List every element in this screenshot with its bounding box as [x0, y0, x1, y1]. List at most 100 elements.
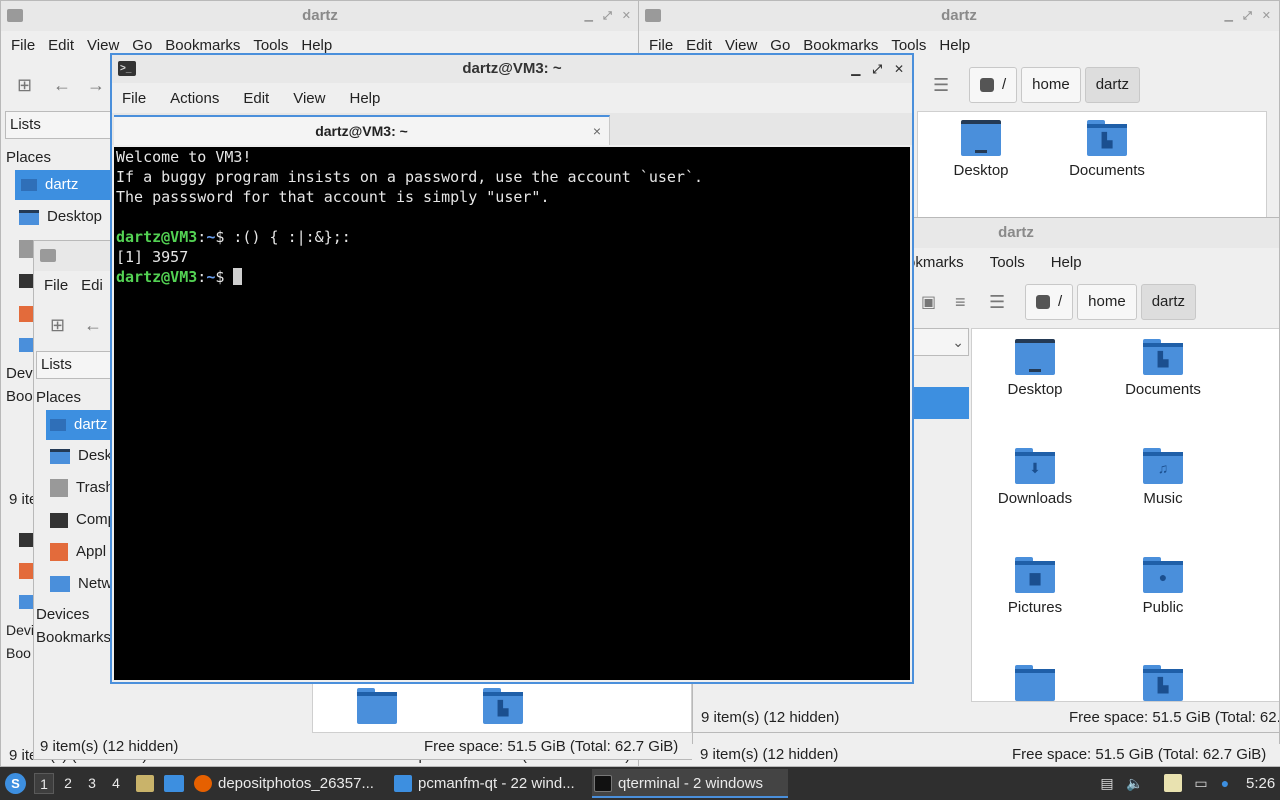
file-item-music[interactable]: ♫ Music — [1108, 448, 1218, 507]
folder-icon[interactable] — [357, 688, 397, 724]
prompt-dollar: $ — [215, 268, 234, 286]
menu-bookmarks[interactable]: Bookmarks — [803, 37, 891, 54]
new-tab-icon[interactable]: ⊞ — [50, 315, 65, 336]
menu-go[interactable]: Go — [132, 37, 165, 54]
minimize-icon[interactable]: ▁ — [585, 1, 593, 31]
folder-icon[interactable] — [1015, 665, 1055, 701]
detail-view-icon[interactable]: ☰ — [989, 292, 1005, 313]
place-label: Desktop — [47, 208, 103, 225]
menu-edit[interactable]: Edit — [243, 90, 293, 107]
volume-icon[interactable]: 🔈 — [1126, 774, 1144, 792]
file-item-pictures[interactable]: ▆ Pictures — [980, 557, 1090, 616]
status-item-count: 9 item(s) (12 hidden) — [701, 709, 840, 726]
close-tab-icon[interactable]: × — [593, 117, 601, 145]
place-computer[interactable]: Comp — [50, 504, 116, 536]
menu-edit[interactable]: Edit — [48, 37, 87, 54]
task-qterminal[interactable]: qterminal - 2 windows — [592, 769, 788, 798]
desktop-icon — [19, 209, 39, 225]
path-home-button[interactable]: home — [1021, 67, 1081, 103]
clock[interactable]: 5:26 — [1246, 767, 1275, 800]
compact-view-icon[interactable]: ≡ — [955, 292, 966, 313]
workspace-1[interactable]: 1 — [34, 773, 54, 794]
menu-help[interactable]: Help — [939, 37, 983, 54]
close-icon[interactable]: ✕ — [622, 1, 631, 31]
task-firefox[interactable]: depositphotos_26357... — [192, 769, 388, 798]
selected-place-row[interactable] — [913, 387, 969, 419]
minimize-icon[interactable]: ▁ — [1225, 1, 1233, 31]
file-item-public[interactable]: ● Public — [1108, 557, 1218, 616]
detail-view-icon[interactable]: ☰ — [933, 75, 949, 96]
window-title: dartz — [998, 224, 1034, 241]
window-titlebar[interactable]: dartz ▁ ⤢ ✕ — [1, 1, 639, 31]
menu-bookmarks[interactable]: okmarks — [907, 254, 990, 271]
file-item-downloads[interactable]: ⬇ Downloads — [980, 448, 1090, 507]
path-dartz-button[interactable]: dartz — [1140, 284, 1197, 320]
update-notifier-icon[interactable]: ● — [1216, 774, 1234, 792]
menu-view[interactable]: View — [293, 90, 349, 107]
document-icon[interactable]: ▙ — [483, 688, 523, 724]
terminal-output[interactable]: Welcome to VM3! If a buggy program insist… — [114, 147, 910, 680]
menu-file[interactable]: File — [11, 37, 48, 54]
clipboard-icon[interactable]: ▤ — [1098, 774, 1116, 792]
menu-file[interactable]: File — [649, 37, 686, 54]
file-item-documents[interactable]: ▙ Documents — [1108, 339, 1218, 398]
menu-edit[interactable]: Edit — [686, 37, 725, 54]
side-pane-dropdown[interactable]: ⌄ — [913, 328, 969, 356]
maximize-icon[interactable]: ⤢ — [1243, 1, 1252, 31]
path-home-button[interactable]: home — [1077, 284, 1137, 320]
icon-view-icon[interactable]: ▣ — [921, 292, 936, 312]
menu-go[interactable]: Go — [770, 37, 803, 54]
menu-view[interactable]: View — [87, 37, 132, 54]
back-arrow-icon[interactable]: ← — [84, 315, 102, 336]
menu-tools[interactable]: Tools — [891, 37, 939, 54]
menu-tools[interactable]: Tools — [253, 37, 301, 54]
maximize-icon[interactable]: ⤢ — [603, 1, 612, 31]
forward-arrow-icon[interactable]: → — [87, 75, 105, 96]
back-arrow-icon[interactable]: ← — [53, 75, 71, 96]
path-dartz-button[interactable]: dartz — [1084, 67, 1141, 103]
terminal-icon — [594, 775, 612, 792]
menu-tools[interactable]: Tools — [990, 254, 1051, 271]
menu-view[interactable]: View — [725, 37, 770, 54]
terminal-tab[interactable]: dartz@VM3: ~ × — [114, 115, 610, 145]
workspace-3[interactable]: 3 — [82, 773, 102, 794]
maximize-icon[interactable]: ⤢ — [872, 55, 882, 83]
menu-bookmarks[interactable]: Bookmarks — [165, 37, 253, 54]
workspace-4[interactable]: 4 — [106, 773, 126, 794]
document-icon[interactable]: ▙ — [1143, 665, 1183, 701]
place-applications[interactable]: Appl — [50, 536, 116, 568]
workspace-2[interactable]: 2 — [58, 773, 78, 794]
start-menu-icon[interactable]: S — [5, 773, 26, 794]
side-pane-mode[interactable]: Lists — [5, 111, 111, 139]
place-trash[interactable]: Trash — [50, 472, 116, 504]
show-desktop-icon[interactable] — [164, 775, 184, 792]
side-pane-mode[interactable]: Lists — [36, 351, 116, 379]
monitor-icon[interactable]: ▭ — [1192, 774, 1210, 792]
file-item-desktop[interactable]: Desktop — [926, 120, 1036, 179]
menu-file[interactable]: File — [44, 277, 81, 294]
close-icon[interactable]: ✕ — [894, 55, 904, 83]
file-label: Public — [1142, 599, 1184, 616]
place-desktop[interactable]: Desk — [50, 440, 116, 472]
file-item-documents[interactable]: ▙ Documents — [1052, 120, 1162, 179]
menu-help[interactable]: Help — [349, 90, 404, 107]
terminal-titlebar[interactable]: >_ dartz@VM3: ~ ▁ ⤢ ✕ — [112, 55, 912, 83]
menu-help[interactable]: Help — [301, 37, 345, 54]
close-icon[interactable]: ✕ — [1262, 1, 1271, 31]
menu-help[interactable]: Help — [1051, 254, 1095, 271]
menu-file[interactable]: File — [122, 90, 170, 107]
minimize-icon[interactable]: ▁ — [851, 55, 860, 83]
path-root-button[interactable]: / — [969, 67, 1018, 103]
place-home[interactable]: dartz — [15, 170, 111, 200]
file-item-desktop[interactable]: Desktop — [980, 339, 1090, 398]
notes-icon[interactable] — [1164, 774, 1182, 792]
window-titlebar[interactable]: dartz ▁ ⤢ ✕ — [639, 1, 1279, 31]
menu-actions[interactable]: Actions — [170, 90, 243, 107]
place-home[interactable]: dartz — [46, 410, 116, 440]
place-network[interactable]: Netw — [50, 568, 116, 600]
place-desktop[interactable]: Desktop — [19, 202, 111, 232]
task-pcmanfm[interactable]: pcmanfm-qt - 22 wind... — [392, 769, 588, 798]
file-manager-launcher-icon[interactable] — [136, 775, 154, 792]
new-tab-icon[interactable]: ⊞ — [17, 75, 32, 96]
path-root-button[interactable]: / — [1025, 284, 1074, 320]
